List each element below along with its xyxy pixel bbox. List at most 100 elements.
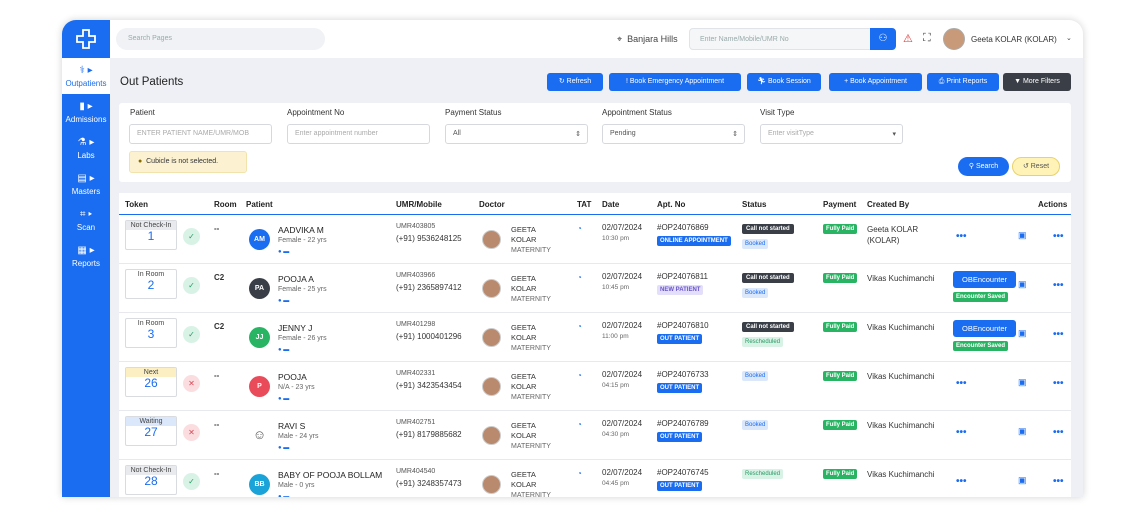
options-icon[interactable]: •••: [956, 231, 967, 242]
print-reports-button[interactable]: ⎙ Print Reports: [927, 73, 999, 91]
table-row[interactable]: Next 26 ✕ -- P POOJA N/A - 23 yrs ● ▬ UM…: [119, 362, 1071, 411]
patient-info-icon[interactable]: ● ▬: [278, 347, 289, 353]
tat-icon[interactable]: ◔: [577, 469, 582, 478]
sidebar-item-scan[interactable]: ⌗ ▸ Scan: [62, 202, 110, 238]
visit-type-select[interactable]: Enter visitType ▾: [760, 124, 903, 144]
more-actions-icon[interactable]: •••: [1053, 231, 1064, 242]
page-search-input[interactable]: Search Pages: [116, 28, 325, 50]
token-card[interactable]: Next 26: [125, 367, 177, 397]
patient-name[interactable]: POOJA: [278, 372, 307, 382]
apt-status-select[interactable]: Pending ⇕: [602, 124, 745, 144]
chevron-down-icon[interactable]: ⌄: [1066, 34, 1072, 42]
patient-name[interactable]: AADVIKA M: [278, 225, 324, 235]
mobile-number: (+91) 2365897412: [396, 283, 462, 292]
user-name[interactable]: Geeta KOLAR (KOLAR): [971, 35, 1057, 44]
refresh-button[interactable]: ↻ Refresh: [547, 73, 603, 91]
book-appointment-button[interactable]: + Book Appointment: [829, 73, 922, 91]
more-actions-icon[interactable]: •••: [1053, 378, 1064, 389]
chat-icon[interactable]: ▣: [1018, 426, 1027, 437]
book-emergency-button[interactable]: ! Book Emergency Appointment: [609, 73, 741, 91]
tat-icon[interactable]: ◔: [577, 371, 582, 380]
payment-filter-label: Payment Status: [445, 108, 502, 117]
room-value: --: [214, 224, 220, 233]
options-icon[interactable]: •••: [956, 476, 967, 487]
check-icon[interactable]: ✓: [183, 277, 200, 294]
table-row[interactable]: Not Check-In 1 ✓ -- AM AADVIKA M Female …: [119, 215, 1071, 264]
patient-search-button[interactable]: ⚇: [870, 28, 896, 50]
more-actions-icon[interactable]: •••: [1053, 280, 1064, 291]
patient-name[interactable]: BABY OF POOJA BOLLAM: [278, 470, 382, 480]
table-row[interactable]: Waiting 27 ✕ -- ☺ RAVI S Male - 24 yrs ●…: [119, 411, 1071, 460]
patient-info-icon[interactable]: ● ▬: [278, 445, 289, 451]
tat-icon[interactable]: ◔: [577, 273, 582, 282]
check-icon[interactable]: ✓: [183, 228, 200, 245]
apt-filter-input[interactable]: Enter appointment number: [287, 124, 430, 144]
payment-badge: Fully Paid: [823, 371, 858, 381]
chat-icon[interactable]: ▣: [1018, 475, 1027, 486]
patient-filter-input[interactable]: ENTER PATIENT NAME/UMR/MOB: [129, 124, 272, 144]
tat-icon[interactable]: ◔: [577, 420, 582, 429]
payment-badge: Fully Paid: [823, 273, 858, 283]
created-by: Geeta KOLAR (KOLAR): [867, 225, 919, 245]
patient-info-icon[interactable]: ● ▬: [278, 396, 289, 402]
chat-icon[interactable]: ▣: [1018, 377, 1027, 388]
token-card[interactable]: Not Check-In 28: [125, 465, 177, 495]
token-card[interactable]: In Room 3: [125, 318, 177, 348]
doctor-name: GEETA KOLAR MATERNITY: [511, 421, 551, 450]
user-avatar[interactable]: [943, 28, 965, 50]
chat-icon[interactable]: ▣: [1018, 328, 1027, 339]
table-row[interactable]: Not Check-In 28 ✓ -- BB BABY OF POOJA BO…: [119, 460, 1071, 497]
doctor-name: GEETA KOLAR MATERNITY: [511, 225, 551, 254]
options-icon[interactable]: •••: [956, 427, 967, 438]
patient-name[interactable]: JENNY J: [278, 323, 312, 333]
status-badge: Booked: [742, 288, 769, 298]
emergency-icon[interactable]: ⚠: [903, 32, 913, 45]
ob-encounter-button[interactable]: OBEncounter: [953, 320, 1016, 337]
tat-icon[interactable]: ◔: [577, 322, 582, 331]
tat-icon[interactable]: ◔: [577, 224, 582, 233]
col-actions: Actions: [1038, 200, 1068, 209]
created-by: Vikas Kuchimanchi: [867, 372, 935, 381]
ob-encounter-button[interactable]: OBEncounter: [953, 271, 1016, 288]
more-actions-icon[interactable]: •••: [1053, 476, 1064, 487]
sidebar-item-reports[interactable]: ▦ ▸ Reports: [62, 238, 110, 274]
patient-name[interactable]: POOJA A: [278, 274, 314, 284]
token-card[interactable]: Not Check-In 1: [125, 220, 177, 250]
payment-filter-select[interactable]: All ⇕: [445, 124, 588, 144]
close-icon[interactable]: ✕: [183, 424, 200, 441]
patient-search-input[interactable]: Enter Name/Mobile/UMR No: [689, 28, 871, 50]
chat-icon[interactable]: ▣: [1018, 230, 1027, 241]
token-number: 1: [147, 229, 155, 243]
token-card[interactable]: Waiting 27: [125, 416, 177, 446]
options-icon[interactable]: •••: [956, 378, 967, 389]
call-status-badge: Call not started: [742, 273, 794, 283]
sidebar-item-labs[interactable]: ⚗ ▸ Labs: [62, 130, 110, 166]
location-selector[interactable]: ⌖ Banjara Hills: [617, 34, 678, 45]
book-session-button[interactable]: 🏃︎ Book Session: [747, 73, 821, 91]
fullscreen-icon[interactable]: ⛶: [923, 32, 931, 45]
chat-icon[interactable]: ▣: [1018, 279, 1027, 290]
patient-info-icon[interactable]: ● ▬: [278, 298, 289, 304]
check-icon[interactable]: ✓: [183, 326, 200, 343]
sidebar-item-admissions[interactable]: ▮ ▸ Admissions: [62, 94, 110, 130]
more-filters-button[interactable]: ▼ More Filters: [1003, 73, 1071, 91]
search-button[interactable]: ⚲ Search: [958, 157, 1009, 176]
check-icon[interactable]: ✓: [183, 473, 200, 490]
reset-button[interactable]: ↺ Reset: [1012, 157, 1060, 176]
token-number: 3: [147, 327, 155, 341]
apt-time: 04:15 pm: [602, 382, 630, 389]
table-row[interactable]: In Room 3 ✓ C2 JJ JENNY J Female - 26 yr…: [119, 313, 1071, 362]
sidebar-item-outpatients[interactable]: ⚕ ▸ Outpatients: [62, 58, 110, 94]
patient-name[interactable]: RAVI S: [278, 421, 305, 431]
patient-info-icon[interactable]: ● ▬: [278, 249, 289, 255]
more-actions-icon[interactable]: •••: [1053, 329, 1064, 340]
apt-time: 11:00 pm: [602, 333, 629, 340]
patient-info-icon[interactable]: ● ▬: [278, 494, 289, 497]
more-actions-icon[interactable]: •••: [1053, 427, 1064, 438]
table-row[interactable]: In Room 2 ✓ C2 PA POOJA A Female - 25 yr…: [119, 264, 1071, 313]
location-pin-icon: ⌖: [617, 34, 623, 44]
token-card[interactable]: In Room 2: [125, 269, 177, 299]
sidebar-item-masters[interactable]: ▤ ▸ Masters: [62, 166, 110, 202]
close-icon[interactable]: ✕: [183, 375, 200, 392]
app-logo[interactable]: [62, 20, 110, 58]
